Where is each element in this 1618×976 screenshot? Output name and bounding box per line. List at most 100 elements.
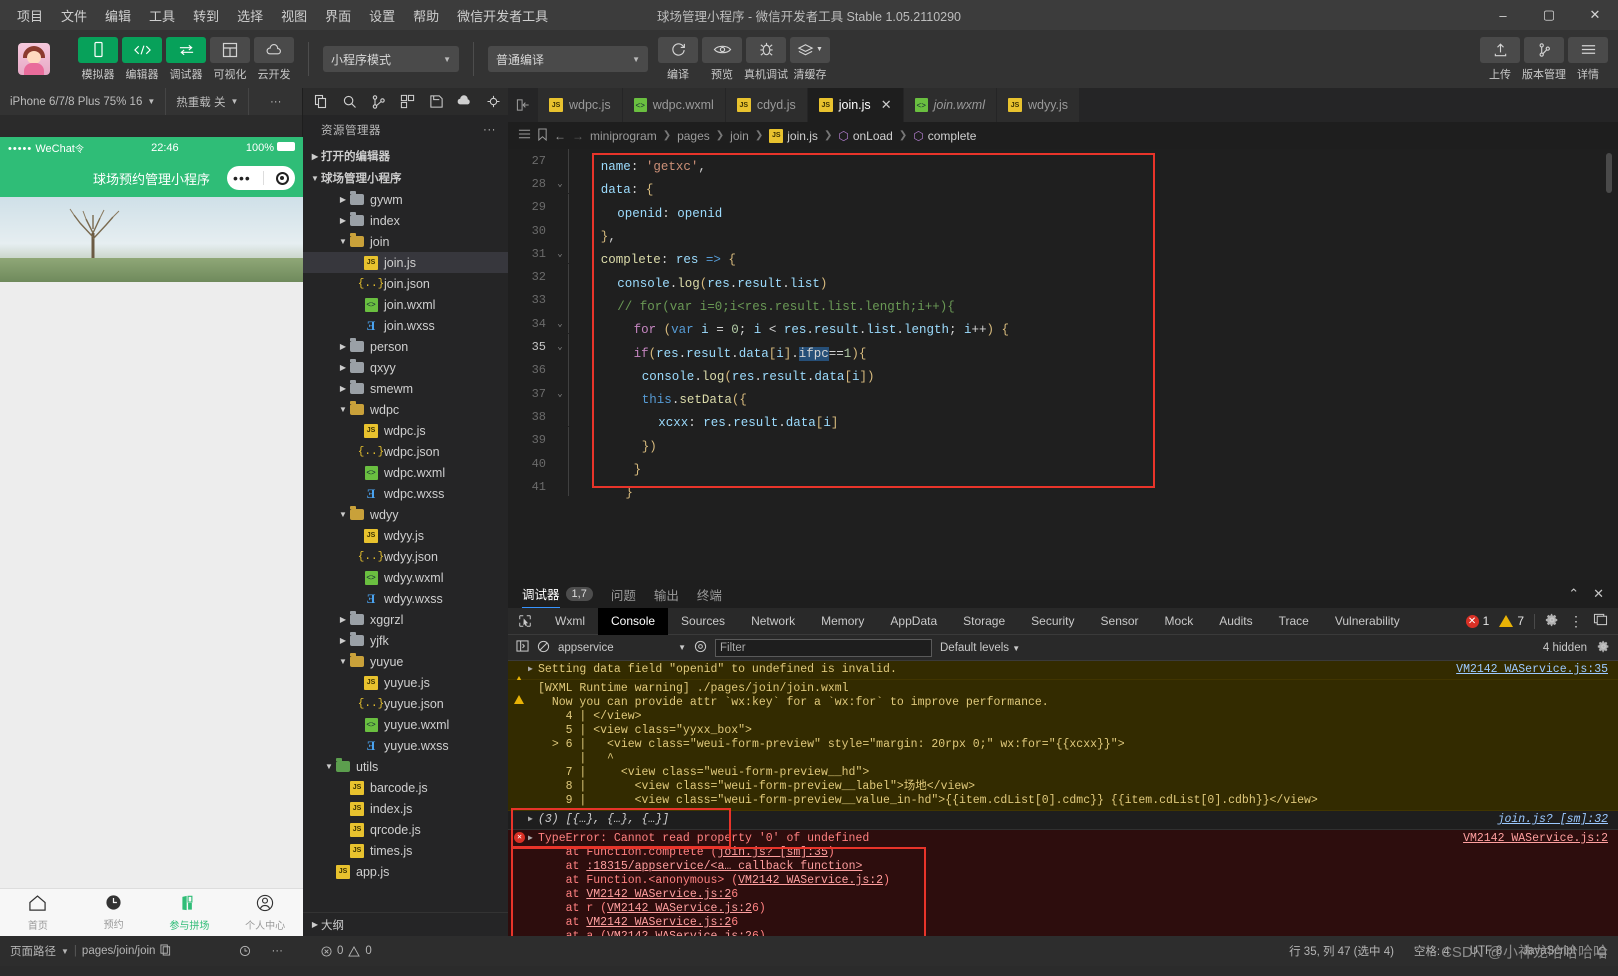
toolbar-button-可视化[interactable]: 可视化: [210, 36, 250, 82]
tree-item-wdpc.wxss[interactable]: Ǝwdpc.wxss: [303, 483, 508, 504]
fold-chevron-icon[interactable]: ⌄: [552, 319, 568, 329]
tree-item-wdyy[interactable]: ▼ wdyy: [303, 504, 508, 525]
settings-gear-icon[interactable]: [1545, 613, 1559, 630]
toolbar-button-模拟器[interactable]: 模拟器: [78, 36, 118, 82]
maximize-button[interactable]: ▢: [1526, 0, 1572, 30]
menu-item-6[interactable]: 视图: [272, 2, 316, 29]
toolbar-button-调试器[interactable]: 调试器: [166, 36, 206, 82]
panel-tab-调试器[interactable]: 调试器: [522, 580, 560, 608]
bookmark-icon[interactable]: [537, 127, 548, 144]
dock-side-icon[interactable]: [1593, 613, 1608, 629]
copy-icon[interactable]: [160, 943, 171, 959]
device-select[interactable]: iPhone 6/7/8 Plus 75% 16 ▼: [0, 88, 167, 115]
menu-item-5[interactable]: 选择: [228, 2, 272, 29]
outline-toggle-icon[interactable]: [518, 128, 531, 143]
capsule-button[interactable]: •••: [227, 166, 295, 190]
tree-item-qxyy[interactable]: ▶ qxyy: [303, 357, 508, 378]
console-message-source[interactable]: VM2142 WAService.js:35: [1456, 663, 1608, 677]
menu-item-0[interactable]: 项目: [8, 2, 52, 29]
toolbar-button-预览[interactable]: 预览: [702, 36, 742, 82]
phone-tab-2[interactable]: 参与拼场: [152, 889, 228, 936]
tree-item-times.js[interactable]: JS times.js: [303, 840, 508, 861]
menu-item-1[interactable]: 文件: [52, 2, 96, 29]
timing-button[interactable]: [229, 936, 261, 966]
toolbar-button-上传[interactable]: 上传: [1480, 36, 1520, 82]
menu-item-2[interactable]: 编辑: [96, 2, 140, 29]
console-message-source[interactable]: join.js? [sm]:32: [1498, 813, 1608, 827]
devtools-tab-Mock[interactable]: Mock: [1152, 608, 1207, 635]
tree-item-wdpc[interactable]: ▼ wdpc: [303, 399, 508, 420]
stack-link[interactable]: join.js? [sm]:35: [717, 846, 827, 859]
expand-arrow-icon[interactable]: ▶: [528, 813, 538, 827]
console-settings-icon[interactable]: [1597, 640, 1610, 656]
fold-chevron-icon[interactable]: ⌄: [552, 389, 568, 399]
devtools-tab-Network[interactable]: Network: [738, 608, 808, 635]
clear-console-icon[interactable]: [537, 640, 550, 656]
menu-item-4[interactable]: 转到: [184, 2, 228, 29]
devtools-tab-Trace[interactable]: Trace: [1266, 608, 1322, 635]
tree-item-yuyue.json[interactable]: {..} yuyue.json: [303, 693, 508, 714]
tree-item-utils[interactable]: ▼ utils: [303, 756, 508, 777]
toolbar-button-云开发[interactable]: 云开发: [254, 36, 294, 82]
menu-item-9[interactable]: 帮助: [404, 2, 448, 29]
cloud-db-icon[interactable]: [451, 88, 480, 115]
toolbar-button-版本管理[interactable]: 版本管理: [1522, 36, 1566, 82]
console-sidebar-toggle-icon[interactable]: [516, 640, 529, 655]
search-icon[interactable]: [336, 88, 365, 115]
fold-chevron-icon[interactable]: ⌄: [552, 249, 568, 259]
extensions-icon[interactable]: [393, 88, 422, 115]
source-control-icon[interactable]: [364, 88, 393, 115]
editor-tab-join.wxml[interactable]: <> join.wxml: [903, 88, 997, 122]
devtools-tab-Console[interactable]: Console: [598, 607, 669, 635]
breadcrumb-item-miniprogram[interactable]: miniprogram: [590, 129, 657, 143]
tab-nav-icon[interactable]: [508, 88, 538, 122]
debug-icon[interactable]: [479, 88, 508, 115]
status-more-button[interactable]: more-icon···: [261, 936, 293, 966]
project-section[interactable]: ▼ 球场管理小程序: [303, 167, 508, 189]
tree-item-yuyue.js[interactable]: JS yuyue.js: [303, 672, 508, 693]
stack-link[interactable]: :18315/appservice/<a… callback function>: [586, 860, 862, 873]
breadcrumb-item-pages[interactable]: pages: [677, 129, 710, 143]
code-editor[interactable]: 27 name: 'getxc', 28 ⌄ data: {29 openid: open…: [508, 149, 1618, 580]
encoding-setting[interactable]: UTF-8: [1460, 936, 1513, 966]
devtools-tab-Memory[interactable]: Memory: [808, 608, 877, 635]
tree-item-barcode.js[interactable]: JS barcode.js: [303, 777, 508, 798]
expand-arrow-icon[interactable]: ▶: [528, 663, 538, 677]
tree-item-app.js[interactable]: JS app.js: [303, 861, 508, 882]
stack-link[interactable]: VM2142 WAService.js:2: [586, 888, 731, 901]
devtools-tab-Vulnerability[interactable]: Vulnerability: [1322, 608, 1413, 635]
warning-badge[interactable]: 7: [1499, 614, 1524, 628]
console-levels-select[interactable]: Default levels ▼: [940, 642, 1020, 654]
tree-item-wdpc.wxml[interactable]: <> wdpc.wxml: [303, 462, 508, 483]
menu-item-10[interactable]: 微信开发者工具: [448, 2, 557, 29]
avatar[interactable]: [18, 43, 50, 75]
save-icon[interactable]: [422, 88, 451, 115]
explorer-more-button[interactable]: ···: [483, 124, 496, 136]
fold-chevron-icon[interactable]: ⌄: [552, 342, 568, 352]
tree-item-yjfk[interactable]: ▶ yjfk: [303, 630, 508, 651]
console-output[interactable]: ▶ Setting data field "openid" to undefine…: [508, 661, 1618, 936]
tree-item-yuyue.wxss[interactable]: Ǝyuyue.wxss: [303, 735, 508, 756]
tree-item-xggrzl[interactable]: ▶ xggrzl: [303, 609, 508, 630]
tree-item-join.json[interactable]: {..} join.json: [303, 273, 508, 294]
cursor-position[interactable]: 行 35, 列 47 (选中 4): [1279, 936, 1404, 966]
toolbar-button-真机调试[interactable]: 真机调试: [744, 36, 788, 82]
editor-tab-wdyy.js[interactable]: JS wdyy.js: [997, 88, 1081, 122]
tree-item-join[interactable]: ▼ join: [303, 231, 508, 252]
inspect-element-icon[interactable]: [508, 614, 542, 628]
minimize-button[interactable]: –: [1480, 0, 1526, 30]
breadcrumb-item-join.js[interactable]: JS join.js: [769, 128, 818, 143]
mode-select[interactable]: 小程序模式 ▼: [323, 46, 459, 72]
console-filter-icon[interactable]: [694, 640, 707, 656]
stack-link[interactable]: VM2142 WAService.js:2: [607, 902, 752, 915]
close-button[interactable]: ✕: [1572, 0, 1618, 30]
tree-item-wdyy.wxss[interactable]: Ǝwdyy.wxss: [303, 588, 508, 609]
menu-item-8[interactable]: 设置: [360, 2, 404, 29]
menu-item-7[interactable]: 界面: [316, 2, 360, 29]
tree-item-wdyy.json[interactable]: {..} wdyy.json: [303, 546, 508, 567]
minimap-scrollbar[interactable]: [1604, 149, 1614, 580]
phone-tab-0[interactable]: 首页: [0, 889, 76, 936]
console-filter-input[interactable]: Filter: [715, 638, 932, 657]
tree-item-gywm[interactable]: ▶ gywm: [303, 189, 508, 210]
indent-setting[interactable]: 空格: 4: [1404, 936, 1460, 966]
